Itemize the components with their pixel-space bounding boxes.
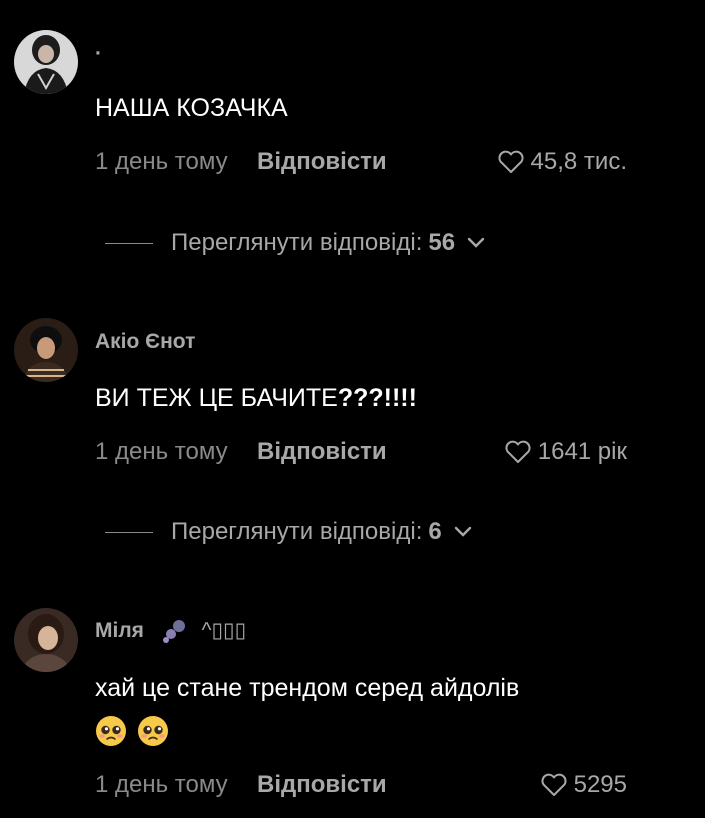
like-button[interactable]: 45,8 тис. <box>497 148 627 176</box>
comment-time: 1 день тому <box>95 438 228 465</box>
comment-text: ВИ ТЕЖ ЦЕ БАЧИТЕ???!!!! <box>95 384 417 413</box>
heart-icon <box>497 150 524 173</box>
reply-button[interactable]: Відповісти <box>257 148 387 176</box>
pleading-face-icon <box>96 716 126 746</box>
like-button[interactable]: 1641 рік <box>504 438 627 466</box>
avatar[interactable] <box>14 318 78 382</box>
emoji-row <box>95 715 169 747</box>
reply-button[interactable]: Відповісти <box>257 771 387 799</box>
view-replies-count: 56 <box>428 229 456 256</box>
heart-icon <box>541 773 567 796</box>
view-replies-button[interactable]: Переглянути відповіді: 56 <box>105 228 485 258</box>
chevron-down-icon <box>467 237 485 248</box>
comment-meta: 1 день тому Відповісти 5295 <box>95 771 627 801</box>
like-button[interactable]: 5295 <box>540 771 627 799</box>
divider <box>105 531 153 533</box>
comment-time: 1 день тому <box>95 148 228 175</box>
pleading-face-icon <box>138 716 168 746</box>
view-replies-label: Переглянути відповіді: <box>171 229 423 256</box>
reply-button[interactable]: Відповісти <box>257 438 387 466</box>
divider <box>105 242 153 244</box>
chevron-down-icon <box>454 526 471 537</box>
bubbles-icon <box>162 620 185 644</box>
like-count: 45,8 тис. <box>530 148 627 175</box>
comment-username[interactable]: · <box>95 42 102 66</box>
comment-time: 1 день тому <box>95 771 228 798</box>
comment-meta: 1 день тому Відповісти 45,8 тис. <box>95 148 627 178</box>
avatar[interactable] <box>14 30 78 94</box>
comment-meta: 1 день тому Відповісти 1641 рік <box>95 438 627 468</box>
view-replies-button[interactable]: Переглянути відповіді: 6 <box>105 517 472 547</box>
like-count: 5295 <box>573 771 627 798</box>
comment-text-bold: ???!!!! <box>337 384 417 412</box>
username-extra: ^▯▯▯ <box>201 619 247 642</box>
comment-text: НАША КОЗАЧКА <box>95 94 288 122</box>
like-count: 1641 рік <box>537 438 627 465</box>
comment-text-main: ВИ ТЕЖ ЦЕ БАЧИТЕ <box>95 384 338 412</box>
comment-username[interactable]: Акіо Єнот <box>95 330 195 354</box>
comment-text: хай це стане трендом серед айдолів <box>95 674 520 702</box>
heart-icon <box>505 440 531 463</box>
comment-username[interactable]: Міля ^▯▯▯ <box>95 618 246 644</box>
username-text: Міля <box>95 619 144 642</box>
view-replies-label: Переглянути відповіді: <box>171 518 423 545</box>
avatar[interactable] <box>14 608 78 672</box>
view-replies-count: 6 <box>428 518 442 545</box>
